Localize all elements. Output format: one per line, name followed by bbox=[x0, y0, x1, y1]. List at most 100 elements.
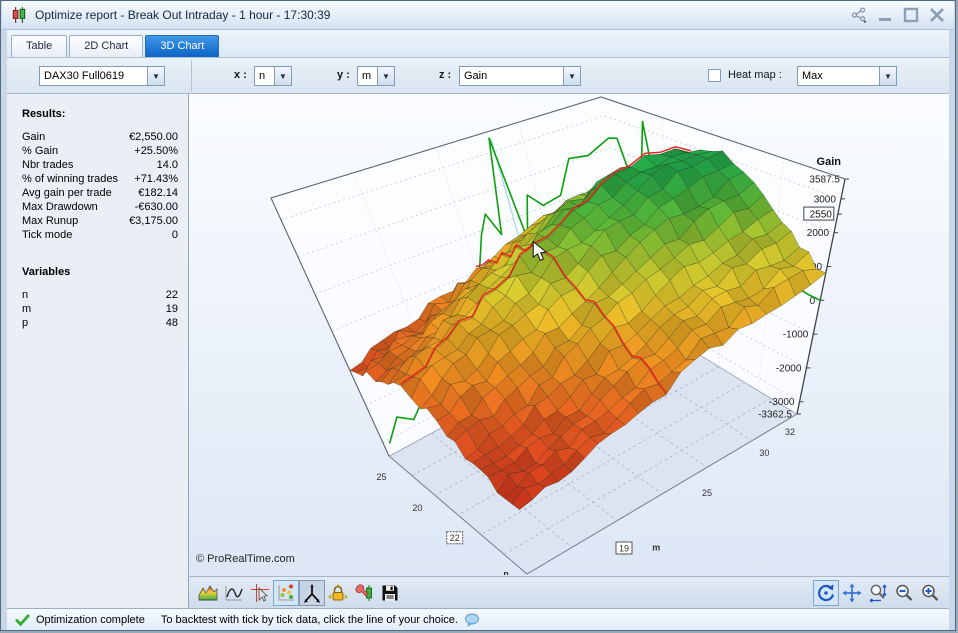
variable-label: m bbox=[22, 302, 31, 316]
result-value: €2,550.00 bbox=[129, 130, 178, 144]
variables-title: Variables bbox=[7, 266, 188, 278]
result-value: -€630.00 bbox=[135, 200, 178, 214]
axes-3d-button[interactable] bbox=[299, 580, 325, 606]
svg-text:Gain: Gain bbox=[817, 156, 842, 168]
result-label: Avg gain per trade bbox=[22, 186, 112, 200]
heatmap-mode-select[interactable]: Max ▼ bbox=[797, 66, 897, 86]
result-value: +71.43% bbox=[134, 172, 178, 186]
result-row: Max Drawdown -€630.00 bbox=[7, 200, 188, 214]
status-bar: Optimization complete To backtest with t… bbox=[7, 608, 949, 631]
result-row: Nbr trades 14.0 bbox=[7, 158, 188, 172]
curve-chart-button[interactable] bbox=[221, 580, 247, 606]
variable-label: n bbox=[22, 288, 28, 302]
crosshair-pointer-button[interactable] bbox=[247, 580, 273, 606]
svg-text:25: 25 bbox=[702, 488, 712, 498]
tab-table[interactable]: Table bbox=[11, 35, 67, 57]
variable-value: 19 bbox=[166, 302, 178, 316]
zoom-out-button[interactable] bbox=[891, 580, 917, 606]
minimize-button[interactable] bbox=[876, 6, 894, 24]
rotate-button[interactable] bbox=[813, 580, 839, 606]
zoom-in-button[interactable] bbox=[917, 580, 943, 606]
svg-text:2550: 2550 bbox=[810, 210, 833, 221]
variable-row: p 48 bbox=[7, 316, 188, 330]
chart-area: 3587.530002550200010000-1000-2000-3000-3… bbox=[189, 94, 949, 608]
result-row: % of winning trades +71.43% bbox=[7, 172, 188, 186]
instrument-select[interactable]: DAX30 Full0619 ▼ bbox=[39, 66, 165, 86]
svg-text:-3000: -3000 bbox=[769, 397, 795, 408]
chevron-down-icon[interactable]: ▼ bbox=[147, 67, 164, 85]
result-value: 0 bbox=[172, 228, 178, 242]
window-title: Optimize report - Break Out Intraday - 1… bbox=[35, 8, 850, 22]
result-label: Tick mode bbox=[22, 228, 72, 242]
results-title: Results: bbox=[7, 108, 188, 120]
y-axis-select-value: m bbox=[358, 70, 377, 82]
svg-text:25: 25 bbox=[377, 472, 387, 482]
copyright-label: © ProRealTime.com bbox=[196, 553, 295, 565]
close-button[interactable] bbox=[928, 6, 946, 24]
surface-chart-button[interactable] bbox=[195, 580, 221, 606]
svg-text:30: 30 bbox=[759, 448, 769, 458]
result-label: Max Runup bbox=[22, 214, 78, 228]
chat-bubble-icon[interactable] bbox=[464, 612, 480, 628]
toolbar-separator bbox=[191, 60, 192, 91]
svg-text:2000: 2000 bbox=[807, 228, 830, 239]
svg-text:20: 20 bbox=[412, 503, 422, 513]
result-label: % Gain bbox=[22, 144, 58, 158]
instrument-select-value: DAX30 Full0619 bbox=[40, 70, 147, 82]
svg-text:-1000: -1000 bbox=[783, 330, 809, 341]
variable-row: m 19 bbox=[7, 302, 188, 316]
result-value: +25.50% bbox=[134, 144, 178, 158]
maximize-button[interactable] bbox=[902, 6, 920, 24]
heatmap-mode-value: Max bbox=[798, 70, 879, 82]
svg-text:3000: 3000 bbox=[814, 194, 837, 205]
heatmap-label: Heat map : bbox=[728, 69, 782, 81]
x-axis-select[interactable]: n ▼ bbox=[254, 66, 292, 86]
variable-label: p bbox=[22, 316, 28, 330]
strategy-settings-button[interactable] bbox=[351, 580, 377, 606]
save-button[interactable] bbox=[377, 580, 403, 606]
y-axis-label: y : bbox=[337, 69, 350, 81]
svg-text:22: 22 bbox=[450, 533, 460, 543]
zoom-range-button[interactable] bbox=[865, 580, 891, 606]
svg-text:n: n bbox=[503, 569, 509, 575]
z-axis-label: z : bbox=[439, 69, 451, 81]
lock-scale-button[interactable] bbox=[325, 580, 351, 606]
surface-3d-chart[interactable]: 3587.530002550200010000-1000-2000-3000-3… bbox=[189, 94, 949, 575]
variable-row: n 22 bbox=[7, 288, 188, 302]
share-button[interactable] bbox=[850, 6, 868, 24]
content-area: Results: Gain€2,550.00% Gain+25.50%Nbr t… bbox=[7, 94, 949, 608]
chevron-down-icon[interactable]: ▼ bbox=[563, 67, 580, 85]
title-bar[interactable]: Optimize report - Break Out Intraday - 1… bbox=[2, 1, 954, 30]
x-axis-select-value: n bbox=[255, 70, 274, 82]
result-label: % of winning trades bbox=[22, 172, 118, 186]
chevron-down-icon[interactable]: ▼ bbox=[377, 67, 394, 85]
variable-value: 22 bbox=[166, 288, 178, 302]
x-axis-label: x : bbox=[234, 69, 247, 81]
candlestick-icon bbox=[10, 6, 28, 24]
scatter-chart-button[interactable] bbox=[273, 580, 299, 606]
result-row: Avg gain per trade €182.14 bbox=[7, 186, 188, 200]
chart-toolbar bbox=[189, 576, 949, 608]
chevron-down-icon[interactable]: ▼ bbox=[274, 67, 291, 85]
z-axis-select[interactable]: Gain ▼ bbox=[459, 66, 581, 86]
result-row: Max Runup €3,175.00 bbox=[7, 214, 188, 228]
result-row: Gain €2,550.00 bbox=[7, 130, 188, 144]
result-value: €3,175.00 bbox=[129, 214, 178, 228]
tab-3d-chart[interactable]: 3D Chart bbox=[145, 35, 219, 57]
pan-button[interactable] bbox=[839, 580, 865, 606]
y-axis-select[interactable]: m ▼ bbox=[357, 66, 395, 86]
result-label: Nbr trades bbox=[22, 158, 73, 172]
chevron-down-icon[interactable]: ▼ bbox=[879, 67, 896, 85]
heatmap-checkbox[interactable] bbox=[708, 69, 721, 82]
svg-text:m: m bbox=[652, 542, 660, 552]
svg-text:-3362.5: -3362.5 bbox=[758, 410, 792, 421]
check-icon bbox=[15, 613, 30, 628]
result-label: Gain bbox=[22, 130, 45, 144]
result-label: Max Drawdown bbox=[22, 200, 98, 214]
result-value: 14.0 bbox=[157, 158, 178, 172]
result-value: €182.14 bbox=[138, 186, 178, 200]
svg-text:19: 19 bbox=[619, 544, 629, 554]
svg-text:3587.5: 3587.5 bbox=[809, 175, 840, 186]
tab-2d-chart[interactable]: 2D Chart bbox=[69, 35, 143, 57]
variable-value: 48 bbox=[166, 316, 178, 330]
